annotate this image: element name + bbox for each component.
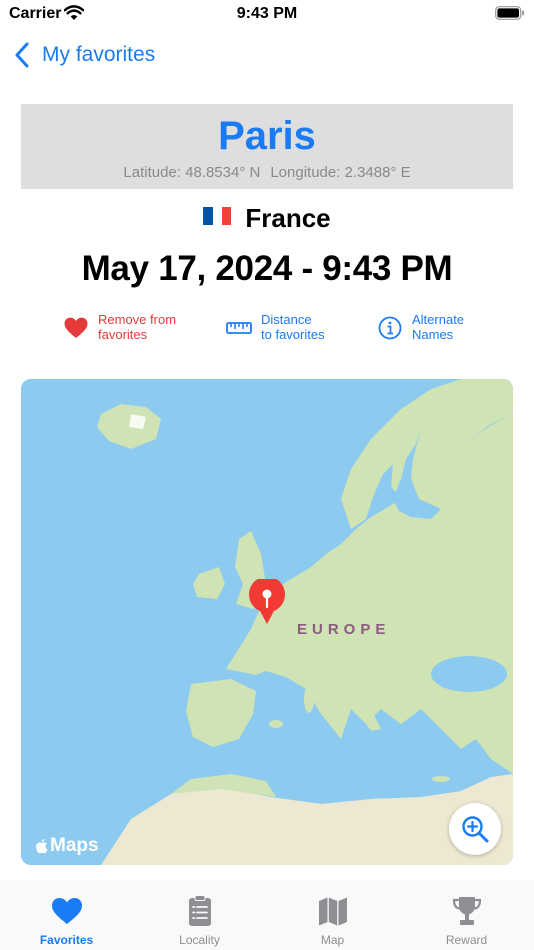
tab-map[interactable]: Map <box>266 880 399 950</box>
map-region-label: EUROPE <box>297 621 391 638</box>
clipboard-icon <box>188 895 211 926</box>
alternate-names-line2: Names <box>412 327 454 342</box>
status-time: 9:43 PM <box>236 5 298 22</box>
longitude-label: Longitude: 2.3488° E <box>270 164 411 181</box>
country-row: France <box>0 201 534 234</box>
city-header: Paris Latitude: 48.8534° N Longitude: 2.3… <box>21 104 513 189</box>
tab-reward-label: Reward <box>445 933 488 947</box>
status-bar: Carrier 9:43 PM <box>0 0 534 30</box>
alternate-names-button[interactable]: Alternate Names <box>377 312 464 342</box>
coordinates: Latitude: 48.8534° N Longitude: 2.3488° E <box>21 164 513 181</box>
tab-map-label: Map <box>320 933 345 947</box>
maps-attribution-label: Maps <box>50 835 99 856</box>
local-datetime: May 17, 2024 - 9:43 PM <box>81 249 453 288</box>
info-icon <box>378 316 402 340</box>
latitude-label: Latitude: 48.8534° N <box>123 164 261 181</box>
zoom-in-icon <box>462 816 489 843</box>
maps-attribution: Maps <box>35 835 99 857</box>
france-flag-icon <box>203 201 232 225</box>
apple-logo-icon <box>35 839 48 854</box>
ruler-icon <box>226 322 252 334</box>
battery-icon <box>495 6 524 20</box>
country-name: France <box>245 203 331 233</box>
trophy-icon <box>452 897 481 925</box>
back-button[interactable]: My favorites <box>14 40 155 70</box>
remove-favorite-line2: favorites <box>98 327 148 342</box>
map-pin-icon[interactable] <box>248 579 286 625</box>
distance-to-favorites-button[interactable]: Distance to favorites <box>226 312 325 342</box>
heart-icon <box>64 317 88 338</box>
back-button-label: My favorites <box>42 43 156 66</box>
tab-bar: Favorites Locality Map Reward <box>0 880 534 950</box>
tab-locality-label: Locality <box>179 933 220 947</box>
tab-favorites-label: Favorites <box>39 933 94 947</box>
tab-favorites[interactable]: Favorites <box>0 880 133 950</box>
city-name: Paris <box>218 114 316 158</box>
map-icon <box>318 897 347 926</box>
remove-favorite-line1: Remove from <box>98 312 177 327</box>
remove-favorite-button[interactable]: Remove from favorites <box>63 312 176 342</box>
tab-reward[interactable]: Reward <box>400 880 533 950</box>
tab-locality[interactable]: Locality <box>133 880 266 950</box>
map-view[interactable]: EUROPE Maps <box>21 379 513 865</box>
distance-line1: Distance <box>261 312 312 327</box>
distance-line2: to favorites <box>261 327 325 342</box>
heart-icon <box>51 898 82 924</box>
chevron-left-icon <box>15 42 29 68</box>
alternate-names-line1: Alternate <box>412 312 465 327</box>
zoom-in-button[interactable] <box>449 803 501 855</box>
